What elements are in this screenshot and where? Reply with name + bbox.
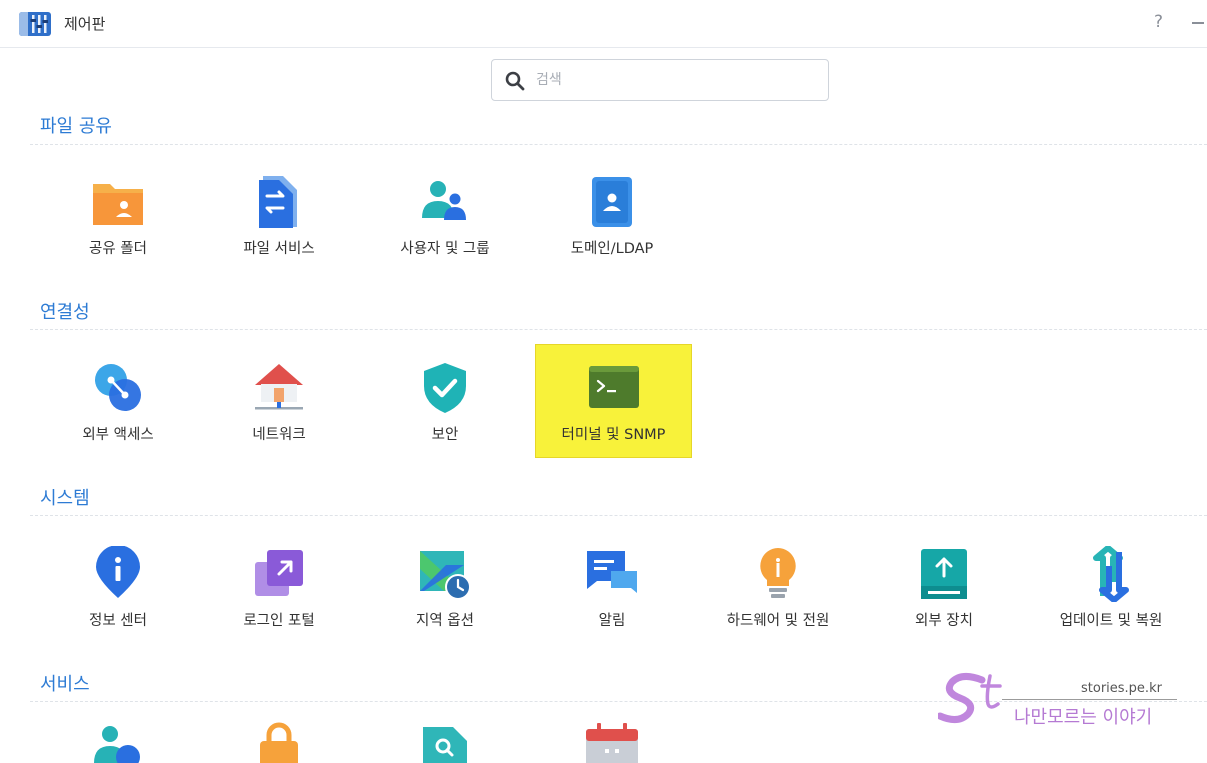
- item-external-devices[interactable]: 외부 장치: [866, 522, 1022, 632]
- search-box[interactable]: [491, 59, 829, 101]
- item-user-group[interactable]: 사용자 및 그룹: [367, 150, 523, 260]
- section-title-file-sharing: 파일 공유: [40, 116, 112, 137]
- item-label: 파일 서비스: [243, 241, 315, 257]
- item-external-access[interactable]: 외부 액세스: [40, 336, 196, 446]
- domain-ldap-icon: [592, 177, 632, 227]
- search-input[interactable]: [536, 69, 816, 91]
- window-title: 제어판: [64, 15, 106, 33]
- external-access-icon: [95, 364, 141, 411]
- item-login-portal[interactable]: 로그인 포털: [201, 522, 357, 632]
- minimize-button[interactable]: [1192, 22, 1204, 24]
- item-domain-ldap[interactable]: 도메인/LDAP: [534, 150, 690, 260]
- section-divider: [30, 515, 1207, 516]
- privileges-lock-icon: [260, 722, 298, 763]
- item-label: 로그인 포털: [243, 613, 315, 629]
- security-shield-icon: [424, 363, 466, 413]
- info-center-icon: [96, 546, 140, 598]
- watermark-tagline: 나만모르는 이야기: [1014, 707, 1153, 728]
- regional-options-icon: [420, 551, 471, 600]
- control-panel-icon: [19, 12, 51, 36]
- task-scheduler-icon: [586, 723, 638, 763]
- hardware-power-icon: [760, 548, 796, 598]
- section-title-system: 시스템: [40, 488, 90, 509]
- item-task-scheduler[interactable]: [584, 719, 644, 763]
- login-portal-icon: [255, 550, 303, 596]
- terminal-icon: [588, 366, 639, 408]
- section-divider: [30, 329, 1207, 330]
- item-shared-folder[interactable]: 공유 폴더: [40, 150, 196, 260]
- item-terminal-snmp[interactable]: 터미널 및 SNMP: [535, 344, 692, 458]
- watermark-url: stories.pe.kr: [1081, 681, 1162, 696]
- help-button[interactable]: ?: [1154, 12, 1163, 32]
- notification-icon: [587, 551, 637, 593]
- item-file-services[interactable]: 파일 서비스: [201, 150, 357, 260]
- network-icon: [255, 364, 303, 410]
- shared-folder-icon: [93, 184, 143, 225]
- item-privileges[interactable]: [251, 719, 311, 763]
- item-label: 네트워크: [252, 427, 306, 443]
- user-group-icon: [422, 181, 466, 220]
- item-label: 정보 센터: [89, 613, 147, 629]
- item-indexing-service[interactable]: [417, 719, 477, 763]
- item-network[interactable]: 네트워크: [201, 336, 357, 446]
- user-account-icon: [94, 726, 140, 763]
- item-update-restore[interactable]: 업데이트 및 복원: [1033, 522, 1189, 632]
- item-label: 외부 액세스: [82, 427, 154, 443]
- search-icon: [505, 71, 525, 91]
- item-label: 업데이트 및 복원: [1059, 613, 1163, 629]
- indexing-service-icon: [423, 727, 467, 763]
- item-info-center[interactable]: 정보 센터: [40, 522, 196, 632]
- watermark: stories.pe.kr 나만모르는 이야기: [938, 668, 1188, 763]
- item-label: 하드웨어 및 전원: [726, 613, 830, 629]
- file-services-icon: [259, 176, 297, 228]
- section-title-services: 서비스: [40, 674, 90, 695]
- item-notification[interactable]: 알림: [534, 522, 690, 632]
- item-label: 보안: [431, 427, 459, 443]
- item-hardware-power[interactable]: 하드웨어 및 전원: [700, 522, 856, 632]
- item-user-account[interactable]: [88, 719, 148, 763]
- item-label: 알림: [598, 613, 626, 629]
- item-label: 도메인/LDAP: [570, 241, 654, 257]
- update-restore-icon: [1093, 546, 1129, 602]
- item-regional-options[interactable]: 지역 옵션: [367, 522, 523, 632]
- item-label: 외부 장치: [915, 613, 973, 629]
- section-divider: [30, 144, 1207, 145]
- watermark-logo-icon: [938, 673, 1002, 723]
- item-label: 터미널 및 SNMP: [561, 427, 666, 443]
- external-devices-icon: [921, 549, 967, 599]
- watermark-divider: [1002, 699, 1177, 700]
- section-title-connectivity: 연결성: [40, 302, 90, 323]
- item-label: 지역 옵션: [416, 613, 474, 629]
- item-label: 공유 폴더: [89, 241, 147, 257]
- title-bar: 제어판 ?: [0, 0, 1207, 48]
- item-label: 사용자 및 그룹: [400, 241, 490, 257]
- item-security[interactable]: 보안: [367, 336, 523, 446]
